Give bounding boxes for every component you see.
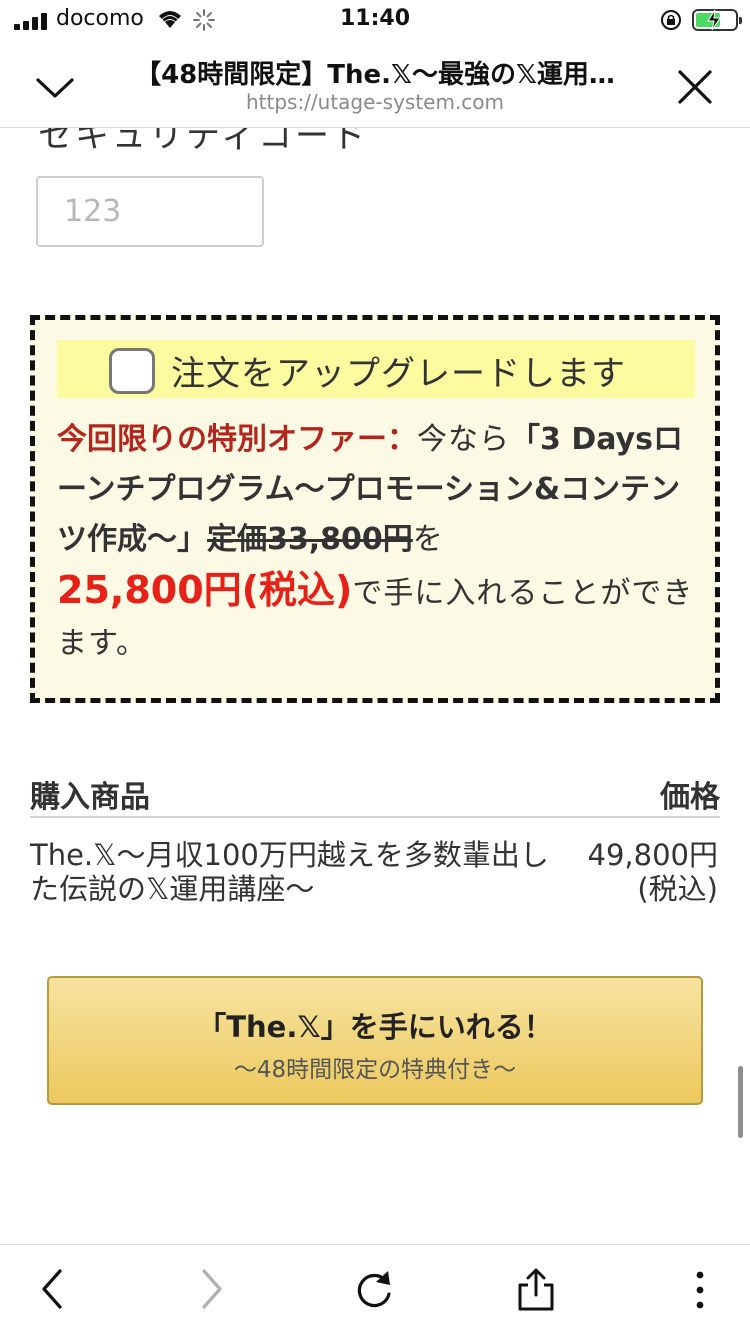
offer-description: 今回限りの特別オファー：今なら「3 Daysローンチプログラム〜プロモーション&… <box>57 415 697 669</box>
page-title: 【48時間限定】The.𝕏〜最強の𝕏運用… <box>135 60 615 90</box>
more-icon[interactable] <box>690 1267 710 1313</box>
offer-text-wo: を <box>412 522 444 557</box>
status-bar: docomo 11:40 <box>0 0 750 42</box>
product-price: 49,800円(税込) <box>587 838 718 906</box>
close-icon[interactable] <box>672 64 718 110</box>
offer-sale-price: 25,800円(税込) <box>57 568 353 612</box>
back-icon[interactable] <box>38 1267 68 1311</box>
share-icon[interactable] <box>516 1267 556 1313</box>
purchase-button-sublabel: 〜48時間限定の特典付き〜 <box>233 1057 517 1083</box>
upgrade-row[interactable]: 注文をアップグレードします <box>57 340 695 398</box>
purchase-button[interactable]: 「The.𝕏」を手にいれる！ 〜48時間限定の特典付き〜 <box>47 976 703 1105</box>
products-col-price: 価格 <box>660 780 720 815</box>
page-url: https://utage-system.com <box>245 90 505 114</box>
offer-text-now: 今なら <box>417 422 510 457</box>
upgrade-checkbox[interactable] <box>109 348 155 394</box>
offer-list-price: 定価33,800円 <box>207 522 413 557</box>
browser-header: 【48時間限定】The.𝕏〜最強の𝕏運用… https://utage-syst… <box>0 42 750 128</box>
security-code-label-wrap: セキュリティコード <box>0 128 750 168</box>
forward-icon[interactable] <box>196 1267 226 1311</box>
browser-toolbar <box>0 1244 750 1334</box>
rotation-lock-icon <box>661 10 681 30</box>
upsell-offer-box: 注文をアップグレードします 今回限りの特別オファー：今なら「3 Daysローンチ… <box>30 315 720 703</box>
purchase-button-label: 「The.𝕏」を手にいれる！ <box>197 1010 553 1044</box>
products-header: 購入商品 価格 <box>30 772 720 818</box>
security-code-label: セキュリティコード <box>38 128 369 156</box>
clock: 11:40 <box>339 6 411 31</box>
product-name: The.𝕏〜月収100万円越えを多数輩出した伝説の𝕏運用講座〜 <box>30 838 549 906</box>
chevron-down-icon[interactable] <box>32 64 78 110</box>
products-col-item: 購入商品 <box>30 780 150 815</box>
scrollbar[interactable] <box>738 1066 743 1138</box>
security-code-input[interactable] <box>36 176 264 247</box>
upgrade-checkbox-label[interactable]: 注文をアップグレードします <box>171 346 626 395</box>
reload-icon[interactable] <box>352 1267 396 1313</box>
offer-headline: 今回限りの特別オファー： <box>57 422 417 457</box>
battery-icon <box>692 9 742 31</box>
